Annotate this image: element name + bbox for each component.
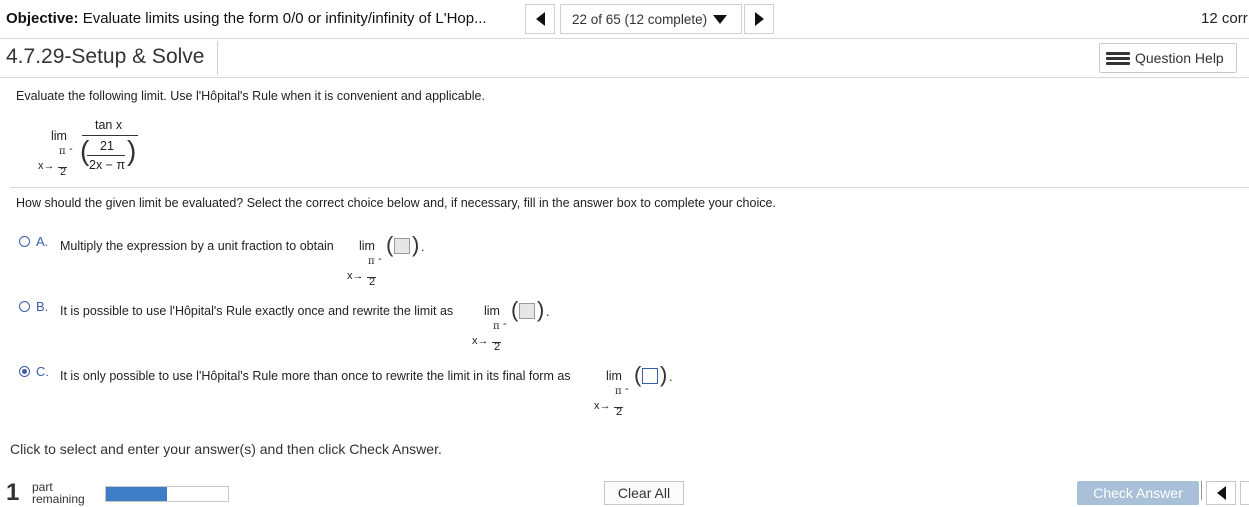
numerator: tan x bbox=[95, 118, 123, 132]
divider bbox=[217, 41, 218, 75]
option-a-text: Multiply the expression by a unit fracti… bbox=[60, 239, 334, 253]
option-a-pi: π bbox=[368, 256, 375, 267]
option-c-answer-box[interactable] bbox=[642, 368, 658, 384]
parts-remaining-label: part remaining bbox=[32, 481, 85, 505]
instruction-text: How should the given limit be evaluated?… bbox=[16, 196, 776, 210]
check-answer-button[interactable]: Check Answer bbox=[1077, 481, 1199, 505]
parts-remaining-count: 1 bbox=[6, 479, 20, 506]
previous-question-button[interactable] bbox=[525, 4, 555, 34]
option-a-lim: lim bbox=[359, 239, 375, 253]
previous-button[interactable] bbox=[1206, 481, 1236, 505]
limit-pi: π bbox=[59, 146, 66, 157]
left-paren: ( bbox=[80, 135, 90, 166]
score-text: 12 corr bbox=[1201, 10, 1248, 27]
option-c-text: It is only possible to use l'Hôpital's R… bbox=[60, 369, 571, 383]
option-b-text: It is possible to use l'Hôpital's Rule e… bbox=[60, 304, 454, 318]
option-b-minus: - bbox=[503, 318, 507, 330]
inner-numerator: 21 bbox=[100, 139, 114, 153]
limit-two: 2 bbox=[60, 166, 67, 178]
option-b-letter: B. bbox=[36, 299, 49, 314]
right-paren: ) bbox=[127, 135, 137, 166]
limit-minus: - bbox=[69, 143, 73, 155]
limit-lim: lim bbox=[51, 129, 67, 143]
option-c-left-paren: ( bbox=[634, 362, 642, 387]
option-b-radio[interactable] bbox=[19, 301, 30, 312]
arrow-right-icon bbox=[754, 12, 764, 26]
arrow-left-icon bbox=[535, 12, 545, 26]
question-help-label: Question Help bbox=[1135, 50, 1224, 66]
inner-fraction-bar bbox=[87, 155, 125, 156]
objective-label: Objective: bbox=[6, 10, 79, 27]
divider bbox=[10, 187, 1249, 188]
option-a-answer-box[interactable] bbox=[394, 238, 410, 254]
chevron-down-icon bbox=[713, 14, 728, 24]
question-counter: 22 of 65 (12 complete) bbox=[572, 11, 708, 27]
option-c-minus: - bbox=[625, 383, 629, 395]
option-b-x-arrow: x→ bbox=[472, 335, 489, 347]
option-a-two: 2 bbox=[369, 276, 376, 288]
option-a-right-paren: ) bbox=[412, 232, 420, 257]
limit-x-arrow: x→ bbox=[38, 160, 55, 172]
divider bbox=[0, 77, 1249, 78]
footer-hint: Click to select and enter your answer(s)… bbox=[10, 441, 442, 457]
parts-label-line2: remaining bbox=[32, 492, 85, 506]
question-selector[interactable]: 22 of 65 (12 complete) bbox=[560, 4, 742, 34]
next-button[interactable] bbox=[1240, 481, 1249, 505]
clear-all-button[interactable]: Clear All bbox=[604, 481, 684, 505]
option-c-period: . bbox=[669, 370, 673, 384]
option-c-x-arrow: x→ bbox=[594, 400, 611, 412]
option-b-left-paren: ( bbox=[511, 297, 519, 322]
option-a-radio[interactable] bbox=[19, 236, 30, 247]
question-title: 4.7.29-Setup & Solve bbox=[6, 45, 205, 68]
option-c-lim: lim bbox=[606, 369, 622, 383]
question-help-button[interactable]: Question Help bbox=[1099, 43, 1237, 73]
option-b-right-paren: ) bbox=[537, 297, 545, 322]
option-c-two: 2 bbox=[616, 406, 623, 418]
option-b-period: . bbox=[546, 305, 550, 319]
option-b-pi: π bbox=[493, 321, 500, 332]
next-question-button[interactable] bbox=[744, 4, 774, 34]
objective-text: Objective: Evaluate limits using the for… bbox=[6, 10, 487, 27]
divider bbox=[1201, 481, 1202, 500]
list-icon bbox=[1106, 51, 1130, 65]
option-b-lim: lim bbox=[484, 304, 500, 318]
option-a-period: . bbox=[421, 240, 425, 254]
option-c-right-paren: ) bbox=[660, 362, 668, 387]
arrow-left-icon bbox=[1216, 486, 1226, 500]
option-a-x-arrow: x→ bbox=[347, 270, 364, 282]
inner-denominator: 2x − π bbox=[89, 158, 126, 172]
objective-value: Evaluate limits using the form 0/0 or in… bbox=[82, 10, 487, 27]
option-c-letter: C. bbox=[36, 364, 49, 379]
option-b-two: 2 bbox=[494, 341, 501, 353]
option-c-radio[interactable] bbox=[19, 366, 30, 377]
option-b-answer-box[interactable] bbox=[519, 303, 535, 319]
option-a-minus: - bbox=[378, 253, 382, 265]
divider bbox=[0, 38, 1249, 39]
option-a-left-paren: ( bbox=[386, 232, 394, 257]
question-prompt: Evaluate the following limit. Use l'Hôpi… bbox=[16, 89, 485, 103]
progress-bar-fill bbox=[106, 487, 167, 501]
option-a-letter: A. bbox=[36, 234, 49, 249]
option-c-pi: π bbox=[615, 386, 622, 397]
